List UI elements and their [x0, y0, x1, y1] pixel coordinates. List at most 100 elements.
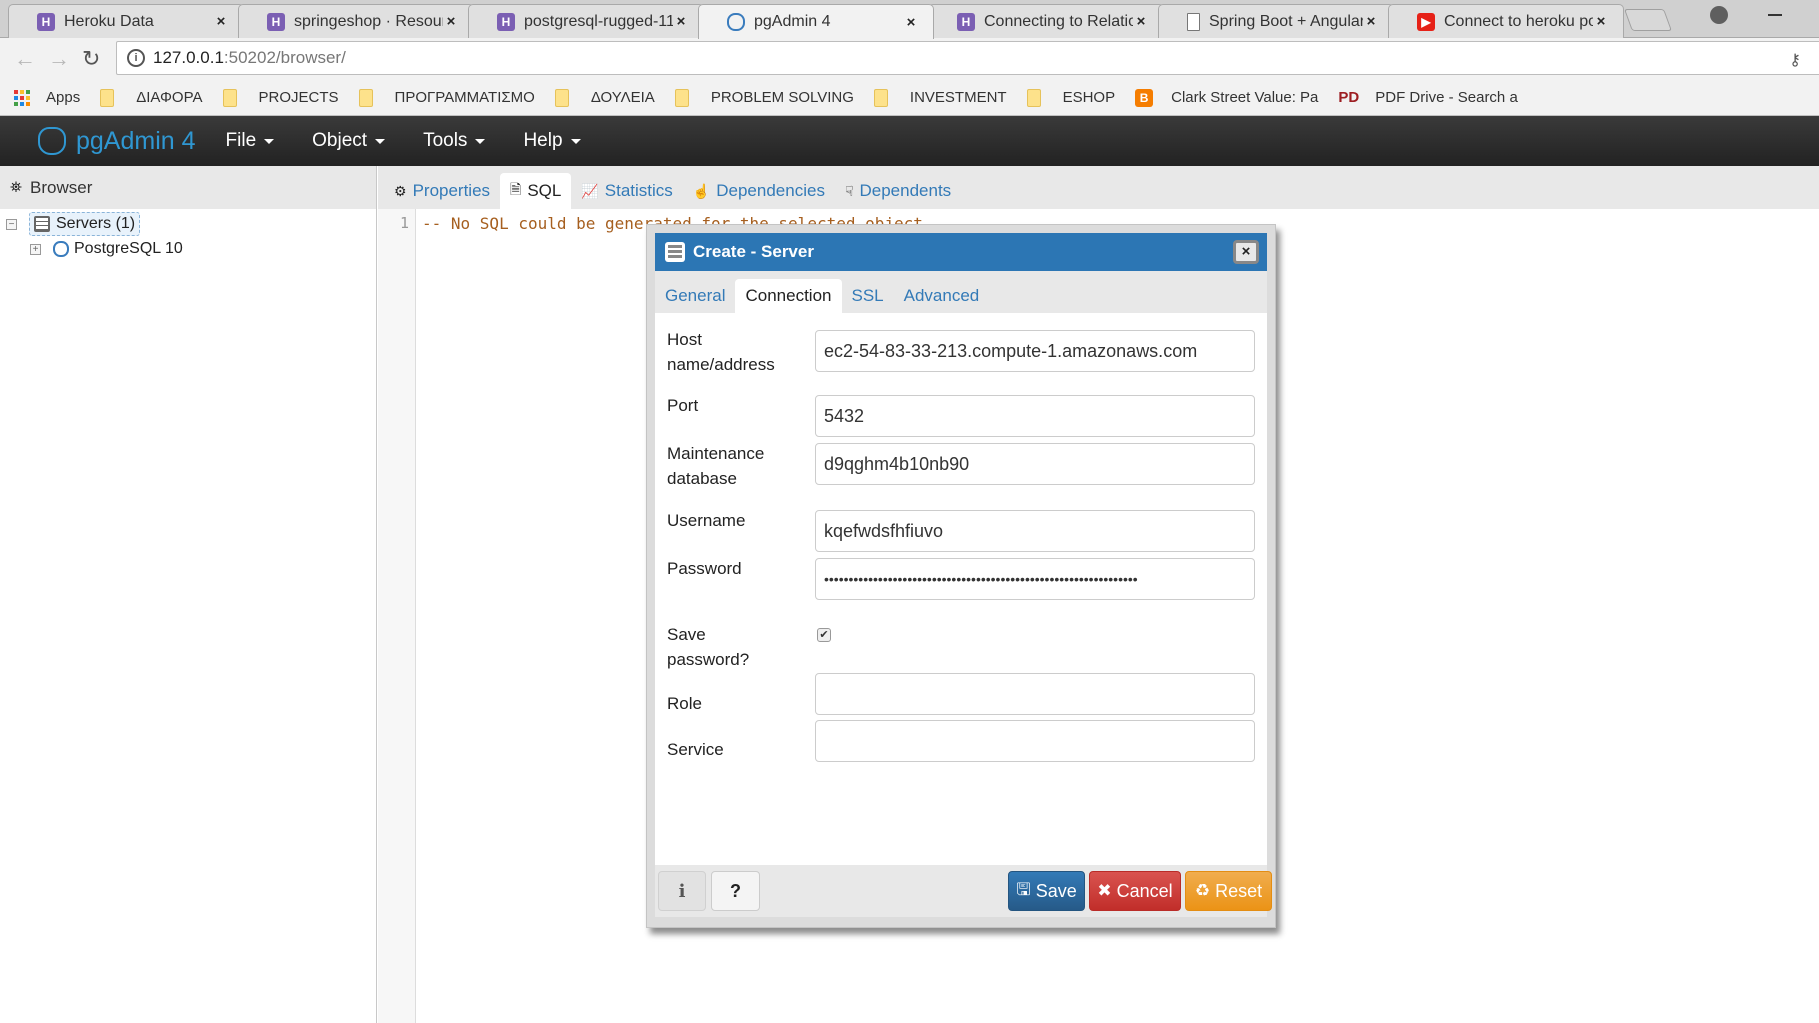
page-icon	[1187, 12, 1200, 31]
cancel-button[interactable]: ✖ Cancel	[1089, 871, 1181, 911]
tab-general[interactable]: General	[655, 279, 735, 313]
bookmark-folder[interactable]: ESHOP	[1026, 88, 1115, 107]
tree-node-postgresql-10[interactable]: + PostgreSQL 10	[30, 240, 183, 258]
role-input[interactable]	[815, 673, 1255, 715]
folder-icon	[554, 88, 569, 107]
reset-button[interactable]: ♻ Reset	[1185, 871, 1272, 911]
caret-down-icon	[375, 138, 386, 144]
caret-down-icon	[264, 138, 275, 144]
bookmark-folder[interactable]: PROJECTS	[222, 88, 339, 107]
caret-down-icon	[570, 138, 581, 144]
bookmark-folder[interactable]: PROBLEM SOLVING	[674, 88, 854, 107]
servers-icon	[34, 216, 50, 232]
tab-advanced[interactable]: Advanced	[894, 279, 990, 313]
menu-help[interactable]: Help	[523, 130, 581, 152]
port-label: Port	[667, 396, 699, 415]
tab-statistics[interactable]: 📈 Statistics	[571, 173, 682, 209]
menu-file[interactable]: File	[226, 130, 275, 152]
dialog-tabs: General Connection SSL Advanced	[655, 271, 1267, 313]
tab-sql[interactable]: 🗎 SQL	[500, 173, 572, 209]
save-password-checkbox[interactable]: ✔	[817, 628, 831, 642]
hand-up-icon: ☝	[692, 182, 711, 199]
dialog-title: Create - Server	[693, 242, 814, 261]
site-info-icon[interactable]: i	[127, 49, 145, 67]
new-tab-button[interactable]	[1623, 9, 1673, 31]
password-label: Password	[667, 559, 742, 578]
info-button[interactable]: i	[658, 871, 706, 911]
forward-arrow-icon[interactable]: →	[48, 46, 70, 72]
minimize-window-button[interactable]	[1768, 14, 1782, 16]
tab-ssl[interactable]: SSL	[842, 279, 894, 313]
browser-tab-connecting-relational[interactable]: H Connecting to Relational ×	[928, 4, 1164, 38]
close-tab-icon[interactable]: ×	[903, 14, 919, 31]
main-panel-tabs: ⚙ Properties 🗎 SQL 📈 Statistics ☝ Dependenci…	[378, 166, 1819, 209]
menu-tools[interactable]: Tools	[423, 130, 486, 152]
bookmark-clark-street[interactable]: B Clark Street Value: Pa	[1135, 88, 1318, 107]
browser-panel-header: ⛯ Browser	[0, 166, 376, 209]
save-password-label: Save password?	[667, 625, 750, 669]
pgadmin-navbar: pgAdmin 4 File Object Tools Help	[0, 116, 1819, 166]
browser-tab-postgresql-rugged[interactable]: H postgresql-rugged-117 ×	[468, 4, 704, 38]
floppy-disk-icon: 🖫	[1016, 879, 1031, 899]
close-tab-icon[interactable]: ×	[673, 13, 689, 30]
close-tab-icon[interactable]: ×	[443, 13, 459, 30]
profile-icon[interactable]	[1710, 6, 1728, 24]
username-label: Username	[667, 511, 746, 530]
dialog-header[interactable]: Create - Server ×	[655, 233, 1267, 271]
username-input[interactable]: kqefwdsfhfiuvo	[815, 510, 1255, 552]
tab-dependencies[interactable]: ☝ Dependencies	[683, 173, 835, 209]
folder-icon	[100, 88, 115, 107]
back-arrow-icon[interactable]: ←	[14, 46, 36, 72]
url-input[interactable]: i 127.0.0.1:50202/browser/ ⚷	[116, 41, 1819, 75]
bookmark-pdf-drive[interactable]: PD PDF Drive - Search a	[1338, 89, 1517, 106]
x-icon: ✖	[1097, 881, 1112, 900]
bookmark-apps[interactable]: Apps	[14, 89, 80, 106]
folder-icon	[358, 88, 373, 107]
close-tab-icon[interactable]: ×	[1593, 13, 1609, 30]
browser-tab-youtube[interactable]: ▶ Connect to heroku post ×	[1388, 4, 1624, 38]
caret-down-icon	[475, 138, 486, 144]
tree-node-servers[interactable]: − Servers (1)	[6, 212, 141, 236]
tab-properties[interactable]: ⚙ Properties	[384, 173, 500, 209]
tab-connection[interactable]: Connection	[735, 279, 842, 313]
bookmark-folder[interactable]: INVESTMENT	[873, 88, 1007, 107]
maintenance-db-input[interactable]: d9qghm4b10nb90	[815, 443, 1255, 485]
help-button[interactable]: ?	[711, 871, 760, 911]
save-button[interactable]: 🖫 Save	[1008, 871, 1085, 911]
create-server-dialog: Create - Server × General Connection SSL…	[646, 224, 1276, 928]
reload-icon[interactable]: ↻	[82, 46, 100, 72]
elephant-logo-icon	[38, 127, 66, 155]
folder-icon	[1026, 88, 1041, 107]
bookmark-folder[interactable]: ΠΡΟΓΡΑΜΜΑΤΙΣΜΟ	[358, 88, 535, 107]
bookmark-folder[interactable]: ΔΙΑΦΟΡΑ	[100, 88, 203, 107]
browser-tab-spring-boot[interactable]: Spring Boot + AngularJ ×	[1158, 4, 1394, 38]
folder-icon	[674, 88, 689, 107]
port-input[interactable]: 5432	[815, 395, 1255, 437]
browser-tab-heroku-data[interactable]: H Heroku Data ×	[8, 4, 244, 38]
close-icon[interactable]: ×	[1233, 240, 1259, 264]
close-tab-icon[interactable]: ×	[1363, 13, 1379, 30]
servers-node-label[interactable]: Servers (1)	[29, 212, 141, 236]
heroku-icon: H	[497, 12, 515, 31]
expand-icon[interactable]: +	[30, 243, 41, 255]
pdf-drive-icon: PD	[1338, 89, 1360, 106]
close-tab-icon[interactable]: ×	[1133, 13, 1149, 30]
tab-dependents[interactable]: ☟ Dependents	[835, 173, 961, 209]
binoculars-icon: ⛯	[10, 179, 23, 196]
bookmark-folder[interactable]: ΔΟΥΛΕΙΑ	[554, 88, 655, 107]
menu-object[interactable]: Object	[312, 130, 386, 152]
apps-grid-icon	[14, 89, 30, 106]
url-host: 127.0.0.1	[153, 48, 224, 67]
browser-tab-pgadmin[interactable]: pgAdmin 4 ×	[698, 4, 934, 39]
collapse-icon[interactable]: −	[6, 218, 17, 230]
role-label: Role	[667, 694, 702, 713]
browser-tab-springeshop[interactable]: H springeshop · Resources ×	[238, 4, 474, 38]
password-input[interactable]: ••••••••••••••••••••••••••••••••••••••••…	[815, 558, 1255, 600]
file-text-icon: 🗎	[510, 181, 522, 197]
service-input[interactable]	[815, 720, 1255, 762]
host-input[interactable]: ec2-54-83-33-213.compute-1.amazonaws.com	[815, 330, 1255, 372]
browser-panel: ⛯ Browser − Servers (1) + PostgreSQL 10	[0, 166, 377, 1023]
brand-logo[interactable]: pgAdmin 4	[38, 127, 196, 156]
key-icon[interactable]: ⚷	[1789, 50, 1801, 70]
close-tab-icon[interactable]: ×	[213, 13, 229, 30]
